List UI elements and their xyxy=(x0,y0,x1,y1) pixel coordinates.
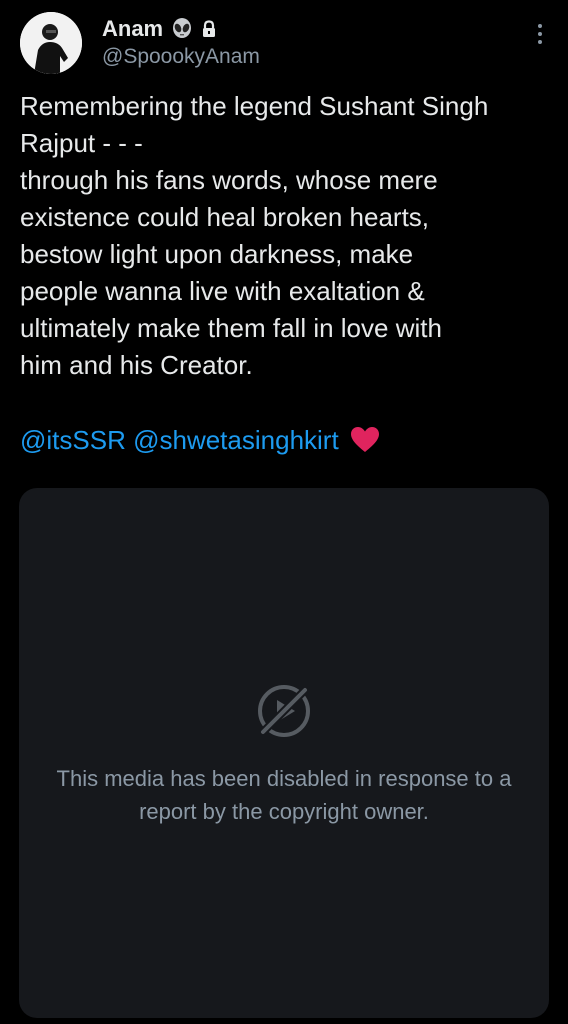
mentions-line: @itsSSR @shwetasinghkirt xyxy=(20,422,380,459)
media-disabled-message: This media has been disabled in response… xyxy=(56,766,512,824)
tweet-text: Remembering the legend Sushant Singh Raj… xyxy=(20,91,489,380)
avatar[interactable] xyxy=(20,12,82,74)
tweet-header: Anam @SpoookyAnam xyxy=(20,12,548,76)
mention-link[interactable]: @itsSSR xyxy=(20,425,126,455)
handle[interactable]: @SpoookyAnam xyxy=(102,45,260,69)
alien-icon xyxy=(171,18,193,40)
display-name[interactable]: Anam xyxy=(102,16,163,42)
mention-link[interactable]: @shwetasinghkirt xyxy=(133,425,339,455)
media-card[interactable]: This media has been disabled in response… xyxy=(19,488,549,1018)
disabled-video-icon xyxy=(255,682,313,740)
heart-icon xyxy=(350,426,380,454)
lock-icon xyxy=(201,20,217,38)
author-names: Anam @SpoookyAnam xyxy=(102,14,260,69)
more-options-icon[interactable] xyxy=(536,24,544,50)
